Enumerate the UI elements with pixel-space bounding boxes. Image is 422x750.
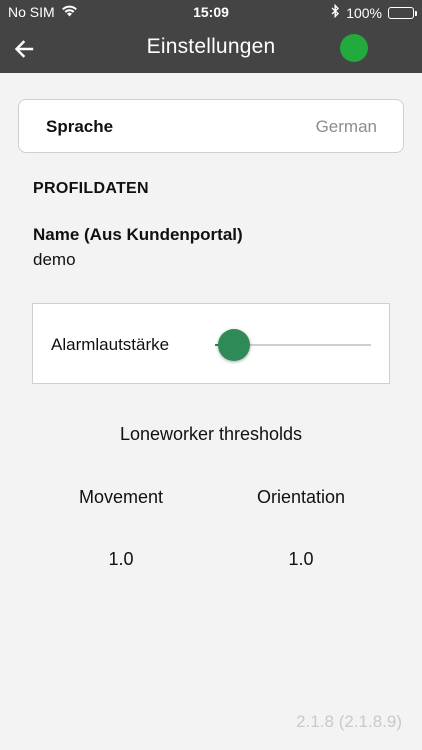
orientation-value: 1.0	[288, 549, 314, 569]
battery-percent: 100%	[346, 4, 382, 21]
alarm-volume-slider[interactable]	[215, 329, 371, 361]
navigation-bar: Einstellungen	[0, 24, 422, 73]
language-setting[interactable]: Sprache German	[18, 99, 404, 153]
battery-icon	[388, 6, 417, 19]
status-right: 100%	[331, 3, 417, 21]
profile-name-label: Name (Aus Kundenportal)	[33, 225, 243, 244]
bluetooth-icon	[331, 3, 340, 21]
movement-label: Movement	[78, 487, 164, 507]
movement-value: 1.0	[108, 549, 134, 569]
loneworker-thresholds-title: Loneworker thresholds	[119, 424, 303, 444]
profile-name-value: demo	[33, 250, 76, 269]
status-bar: No SIM 15:09 100%	[0, 0, 422, 24]
profile-section-title: PROFILDATEN	[33, 180, 149, 197]
app-version: 2.1.8 (2.1.8.9)	[296, 712, 402, 731]
alarm-volume-card: Alarmlautstärke	[32, 303, 390, 384]
orientation-label: Orientation	[256, 487, 346, 507]
language-value: German	[315, 117, 377, 136]
language-label: Sprache	[46, 117, 114, 136]
connection-status-indicator	[340, 34, 368, 62]
slider-thumb[interactable]	[217, 329, 250, 361]
alarm-volume-label: Alarmlautstärke	[51, 335, 170, 354]
